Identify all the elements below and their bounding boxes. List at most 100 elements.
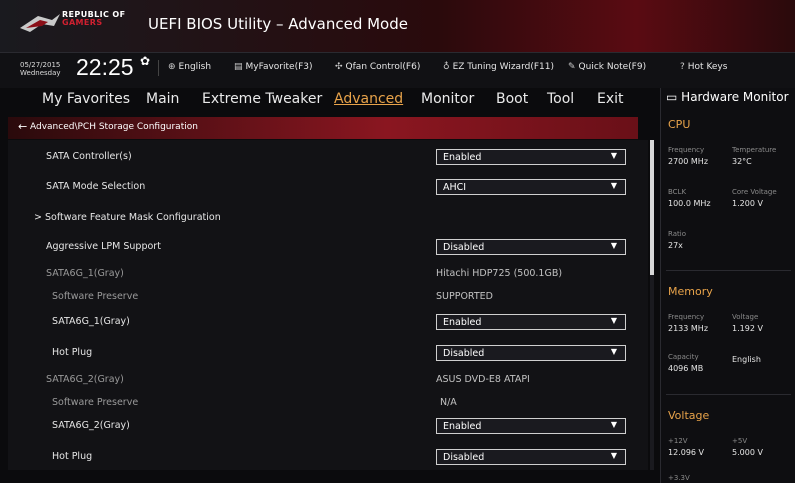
sata6g2-header-label: SATA6G_2(Gray) [46,374,124,385]
sata-mode-dropdown[interactable]: AHCI ▼ [436,179,626,195]
day-text: Wednesday [20,69,61,77]
memory-capacity-value: 4096 MB [668,364,704,373]
v5-label: +5V [732,437,748,445]
qfan-label: Qfan Control(F6) [345,62,421,72]
myfavorite-button[interactable]: ▤ MyFavorite(F3) [234,62,313,72]
sata-controller-dropdown[interactable]: Enabled ▼ [436,149,626,165]
sata6g2-port-value: Enabled [443,421,482,432]
memory-capacity-label: Capacity [668,353,699,361]
sata6g1-port-value: Enabled [443,317,482,328]
window-title: UEFI BIOS Utility – Advanced Mode [148,15,408,33]
v12-label: +12V [668,437,688,445]
ratio-label: Ratio [668,230,686,238]
sata-mode-value: AHCI [443,182,467,193]
sata6g1-hotplug-label: Hot Plug [52,347,93,358]
core-voltage-label: Core Voltage [732,188,777,196]
tab-tool[interactable]: Tool [547,91,574,107]
sata6g1-hotplug-value: Disabled [443,348,485,359]
memory-extra-value: English [732,355,761,364]
help-icon: ? [680,62,685,72]
cpu-temperature-value: 32°C [732,157,752,166]
tab-my-favorites[interactable]: My Favorites [42,91,130,107]
sata6g2-device-value: ASUS DVD-E8 ATAPI [436,374,530,385]
hardware-monitor-title: ▭ Hardware Monitor [666,90,789,104]
tab-extreme-tweaker[interactable]: Extreme Tweaker [202,91,322,107]
chevron-right-icon: > [34,212,42,223]
quick-note-button[interactable]: ✎ Quick Note(F9) [568,62,646,72]
voltage-section-title: Voltage [668,409,710,422]
memory-frequency-label: Frequency [668,313,705,321]
language-label: English [178,62,212,72]
feature-mask-label: Software Feature Mask Configuration [45,212,221,223]
tab-exit[interactable]: Exit [597,91,624,107]
v5-value: 5.000 V [732,448,763,457]
cpu-frequency-label: Frequency [668,146,705,154]
sata6g1-device-value: Hitachi HDP725 (500.1GB) [436,268,563,279]
v33-label: +3.3V [668,474,690,482]
monitor-icon: ▭ [666,90,678,104]
sata6g2-software-preserve-value: N/A [440,397,457,408]
ez-tuning-label: EZ Tuning Wizard(F11) [452,62,554,72]
scrollbar-thumb[interactable] [650,140,654,275]
favorite-icon: ▤ [234,62,243,72]
sata6g2-hotplug-label: Hot Plug [52,451,93,462]
chevron-down-icon: ▼ [610,151,617,160]
hot-keys-label: Hot Keys [687,62,728,72]
ratio-value: 27x [668,241,683,250]
breadcrumb[interactable]: ← Advanced\PCH Storage Configuration [8,117,638,139]
chevron-down-icon: ▼ [610,347,617,356]
tab-main[interactable]: Main [146,91,179,107]
memory-voltage-label: Voltage [732,313,759,321]
cpu-frequency-value: 2700 MHz [668,157,709,166]
aggressive-lpm-label: Aggressive LPM Support [46,241,161,252]
brand-text: REPUBLIC OF GAMERS [62,11,125,27]
chevron-down-icon: ▼ [610,181,617,190]
globe-icon: ⊕ [168,62,176,72]
v12-value: 12.096 V [668,448,705,457]
bclk-label: BCLK [668,188,687,196]
feature-mask-link[interactable]: > Software Feature Mask Configuration [34,212,221,223]
sata6g1-software-preserve-value: SUPPORTED [436,291,493,302]
hot-keys-button[interactable]: ? Hot Keys [680,62,727,72]
ez-tuning-wizard-button[interactable]: ♁ EZ Tuning Wizard(F11) [443,62,554,72]
chevron-down-icon: ▼ [610,451,617,460]
memory-voltage-value: 1.192 V [732,324,763,333]
clock-time: 22:25 [76,54,134,80]
sata6g2-hotplug-dropdown[interactable]: Disabled ▼ [436,449,626,465]
sata6g1-port-label: SATA6G_1(Gray) [52,316,130,327]
tab-monitor[interactable]: Monitor [421,91,474,107]
tab-boot[interactable]: Boot [496,91,528,107]
sata-mode-label: SATA Mode Selection [46,181,146,192]
divider [666,270,791,271]
core-voltage-value: 1.200 V [732,199,763,208]
sata6g2-port-label: SATA6G_2(Gray) [52,420,130,431]
language-button[interactable]: ⊕ English [168,62,211,72]
bclk-value: 100.0 MHz [668,199,711,208]
date-display: 05/27/2015 Wednesday [20,61,61,77]
brand-line-2: GAMERS [62,18,103,27]
memory-frequency-value: 2133 MHz [668,324,709,333]
chevron-down-icon: ▼ [610,241,617,250]
sata6g1-hotplug-dropdown[interactable]: Disabled ▼ [436,345,626,361]
qfan-control-button[interactable]: ✣ Qfan Control(F6) [335,62,420,72]
sata6g1-software-preserve-label: Software Preserve [52,291,139,302]
sata6g1-port-dropdown[interactable]: Enabled ▼ [436,314,626,330]
clock-settings-gear-icon[interactable]: ✿ [140,54,150,68]
divider [158,60,159,76]
sata6g1-header-label: SATA6G_1(Gray) [46,268,124,279]
breadcrumb-text: Advanced\PCH Storage Configuration [30,122,198,132]
sata6g2-hotplug-value: Disabled [443,452,485,463]
tab-advanced[interactable]: Advanced [334,91,403,107]
aggressive-lpm-value: Disabled [443,242,485,253]
aggressive-lpm-dropdown[interactable]: Disabled ▼ [436,239,626,255]
sata-controller-value: Enabled [443,152,482,163]
sata6g2-port-dropdown[interactable]: Enabled ▼ [436,418,626,434]
sata-controller-label: SATA Controller(s) [46,151,132,162]
bulb-icon: ♁ [443,62,450,72]
memory-section-title: Memory [668,285,713,298]
divider [666,394,791,395]
hardware-monitor-title-text: Hardware Monitor [681,90,789,104]
note-icon: ✎ [568,62,576,72]
back-arrow-icon[interactable]: ← [18,120,27,133]
chevron-down-icon: ▼ [610,316,617,325]
